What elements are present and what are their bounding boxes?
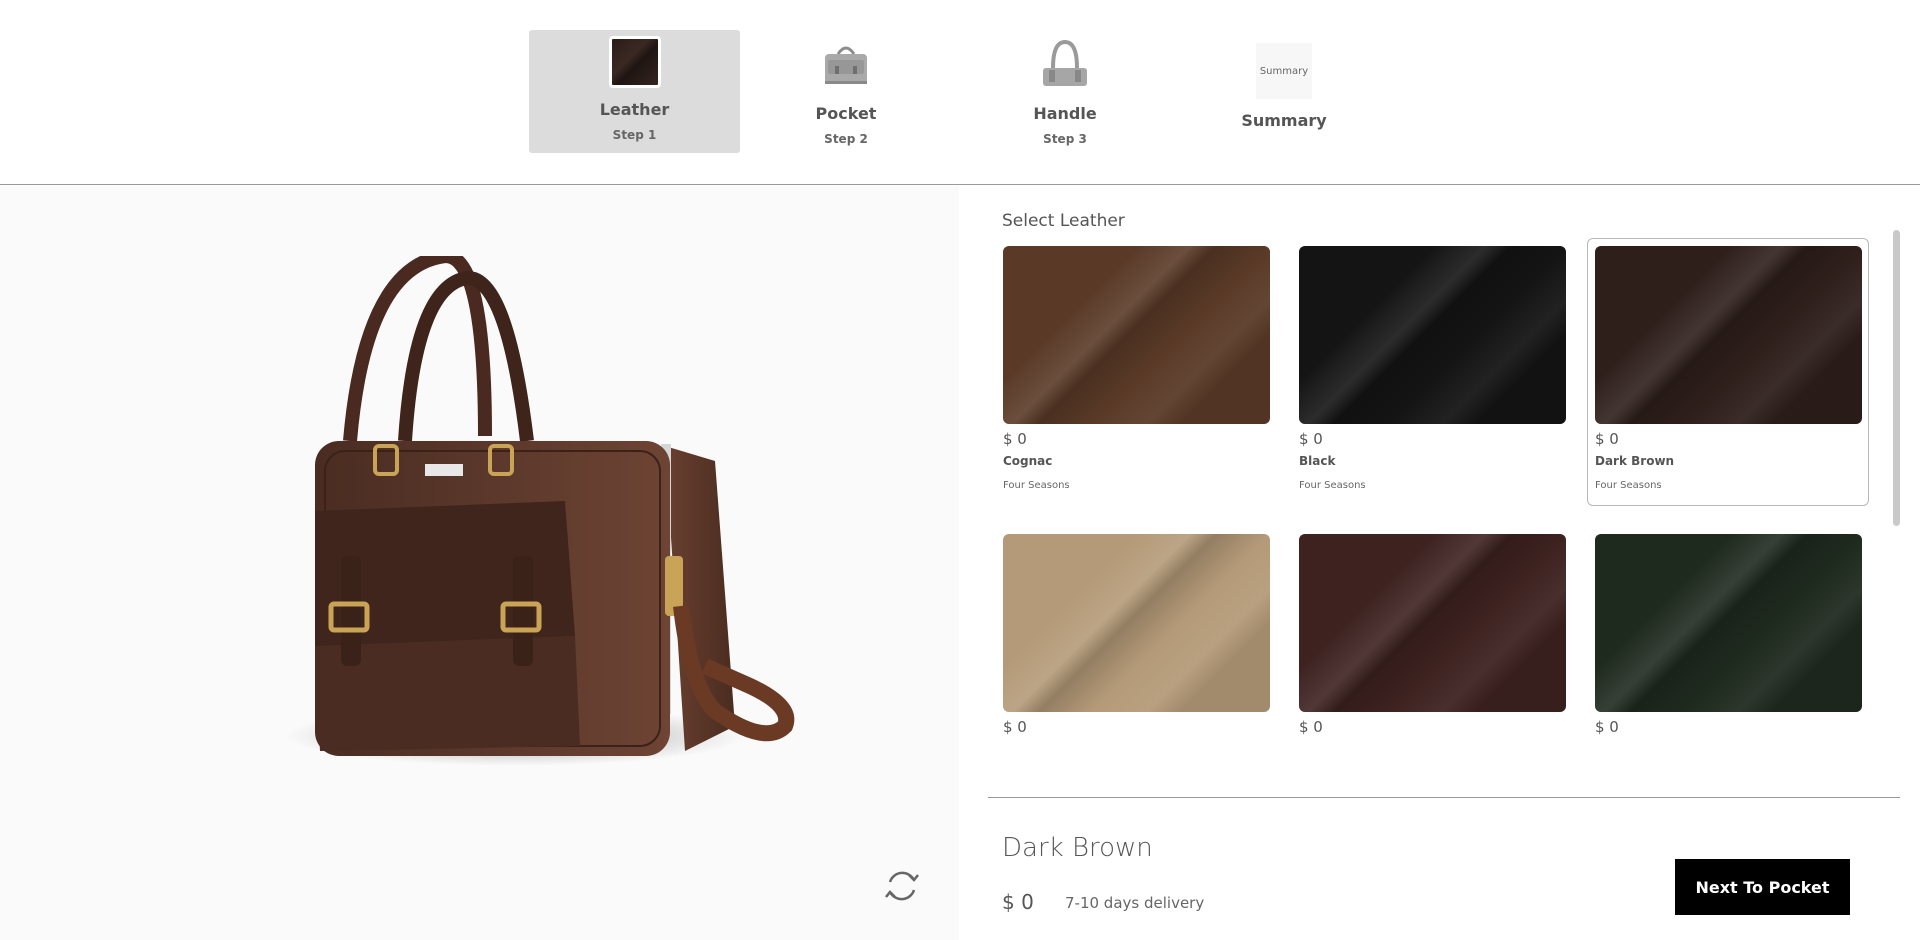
leather-card-green[interactable]: $ 0	[1587, 526, 1869, 738]
step-title: Handle	[1033, 104, 1097, 123]
footer-divider	[988, 797, 1900, 798]
leather-swatch	[1595, 246, 1862, 424]
step-number: Step 2	[824, 132, 868, 146]
panel-scrollbar[interactable]	[1893, 230, 1900, 526]
card-season: Four Seasons	[1299, 480, 1366, 491]
step-title: Pocket	[815, 104, 877, 123]
step-number: Step 3	[1043, 132, 1087, 146]
leather-swatch	[1595, 534, 1862, 712]
step-pocket[interactable]: Pocket Step 2	[794, 30, 898, 153]
rotate-icon[interactable]	[882, 866, 922, 906]
selected-price: $ 0	[1002, 890, 1034, 914]
briefcase-bag-image	[285, 256, 795, 766]
leather-panel: Select Leather $ 0 Cognac Four Seasons $…	[988, 186, 1900, 798]
summary-thumb: Summary	[1256, 43, 1312, 99]
leather-card-dark-brown[interactable]: $ 0 Dark Brown Four Seasons	[1587, 238, 1869, 506]
card-season: Four Seasons	[1595, 480, 1662, 491]
step-number: Step 1	[612, 128, 657, 142]
bag-pocket-icon	[818, 36, 874, 92]
card-name: Dark Brown	[1595, 454, 1675, 468]
step-leather[interactable]: Leather Step 1	[529, 30, 740, 153]
card-price: $ 0	[1595, 430, 1619, 448]
card-season: Four Seasons	[1003, 480, 1070, 491]
leather-card-cognac[interactable]: $ 0 Cognac Four Seasons	[995, 238, 1277, 506]
leather-card-tan[interactable]: $ 0	[995, 526, 1277, 738]
card-name: Black	[1299, 454, 1336, 468]
step-title: Summary	[1241, 111, 1327, 130]
step-navigation: Leather Step 1 Pocket Step 2 Handle Step…	[0, 0, 1920, 185]
leather-card-black[interactable]: $ 0 Black Four Seasons	[1291, 238, 1573, 506]
leather-swatch	[1003, 534, 1270, 712]
product-viewer[interactable]	[0, 186, 959, 940]
selected-leather-name: Dark Brown	[1002, 833, 1153, 863]
leather-swatch	[1299, 246, 1566, 424]
card-price: $ 0	[1003, 718, 1027, 736]
card-price: $ 0	[1299, 430, 1323, 448]
delivery-estimate: 7-10 days delivery	[1065, 894, 1205, 912]
panel-title: Select Leather	[1002, 211, 1125, 231]
card-price: $ 0	[1595, 718, 1619, 736]
step-title: Leather	[599, 100, 670, 119]
next-to-pocket-button[interactable]: Next To Pocket	[1675, 859, 1850, 915]
leather-card-burgundy[interactable]: $ 0	[1291, 526, 1573, 738]
leather-grid: $ 0 Cognac Four Seasons $ 0 Black Four S…	[988, 238, 1888, 738]
step-handle[interactable]: Handle Step 3	[1013, 30, 1117, 153]
leather-swatch	[1299, 534, 1566, 712]
card-price: $ 0	[1299, 718, 1323, 736]
card-name: Cognac	[1003, 454, 1053, 468]
leather-swatch-icon	[608, 36, 661, 88]
card-price: $ 0	[1003, 430, 1027, 448]
bag-handle-icon	[1037, 36, 1093, 92]
step-summary[interactable]: Summary Summary	[1232, 30, 1336, 153]
leather-swatch	[1003, 246, 1270, 424]
